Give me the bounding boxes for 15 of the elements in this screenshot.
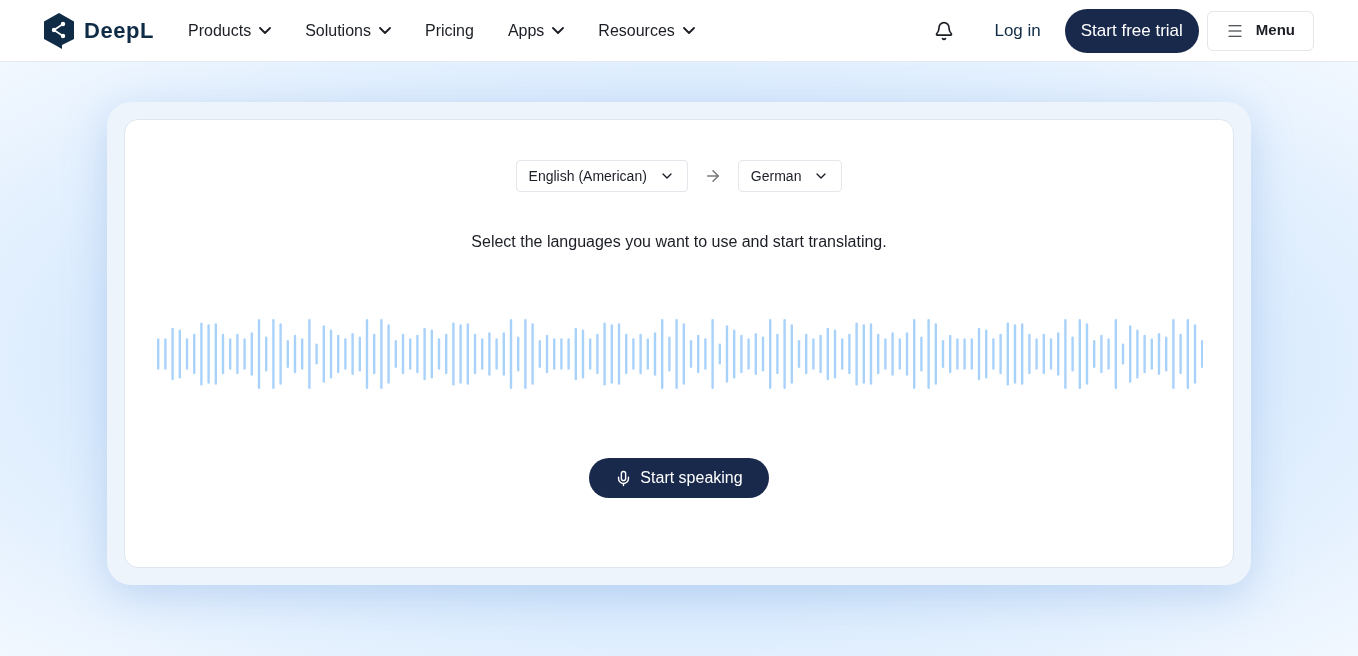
login-link[interactable]: Log in xyxy=(994,17,1041,44)
logo-text[interactable]: DeepL xyxy=(84,14,154,47)
start-speaking-button[interactable]: Start speaking xyxy=(589,458,769,498)
nav-link[interactable]: Solutions xyxy=(305,18,391,43)
source-language-dropdown[interactable]: English (American) xyxy=(515,160,688,192)
nav-link[interactable]: Resources xyxy=(598,18,695,43)
menu-button[interactable]: Menu xyxy=(1206,10,1314,51)
instruction-text: Select the languages you want to use and start translating. xyxy=(471,232,887,252)
start-free-trial-button[interactable]: Start free trial xyxy=(1064,8,1199,53)
target-language-dropdown[interactable]: German xyxy=(737,160,843,192)
nav-link[interactable]: Pricing xyxy=(424,18,474,43)
nav-link[interactable]: Apps xyxy=(507,18,565,43)
notification-bell-icon[interactable] xyxy=(934,20,955,41)
logo-icon xyxy=(42,11,76,50)
nav-link[interactable]: Products xyxy=(188,18,272,43)
